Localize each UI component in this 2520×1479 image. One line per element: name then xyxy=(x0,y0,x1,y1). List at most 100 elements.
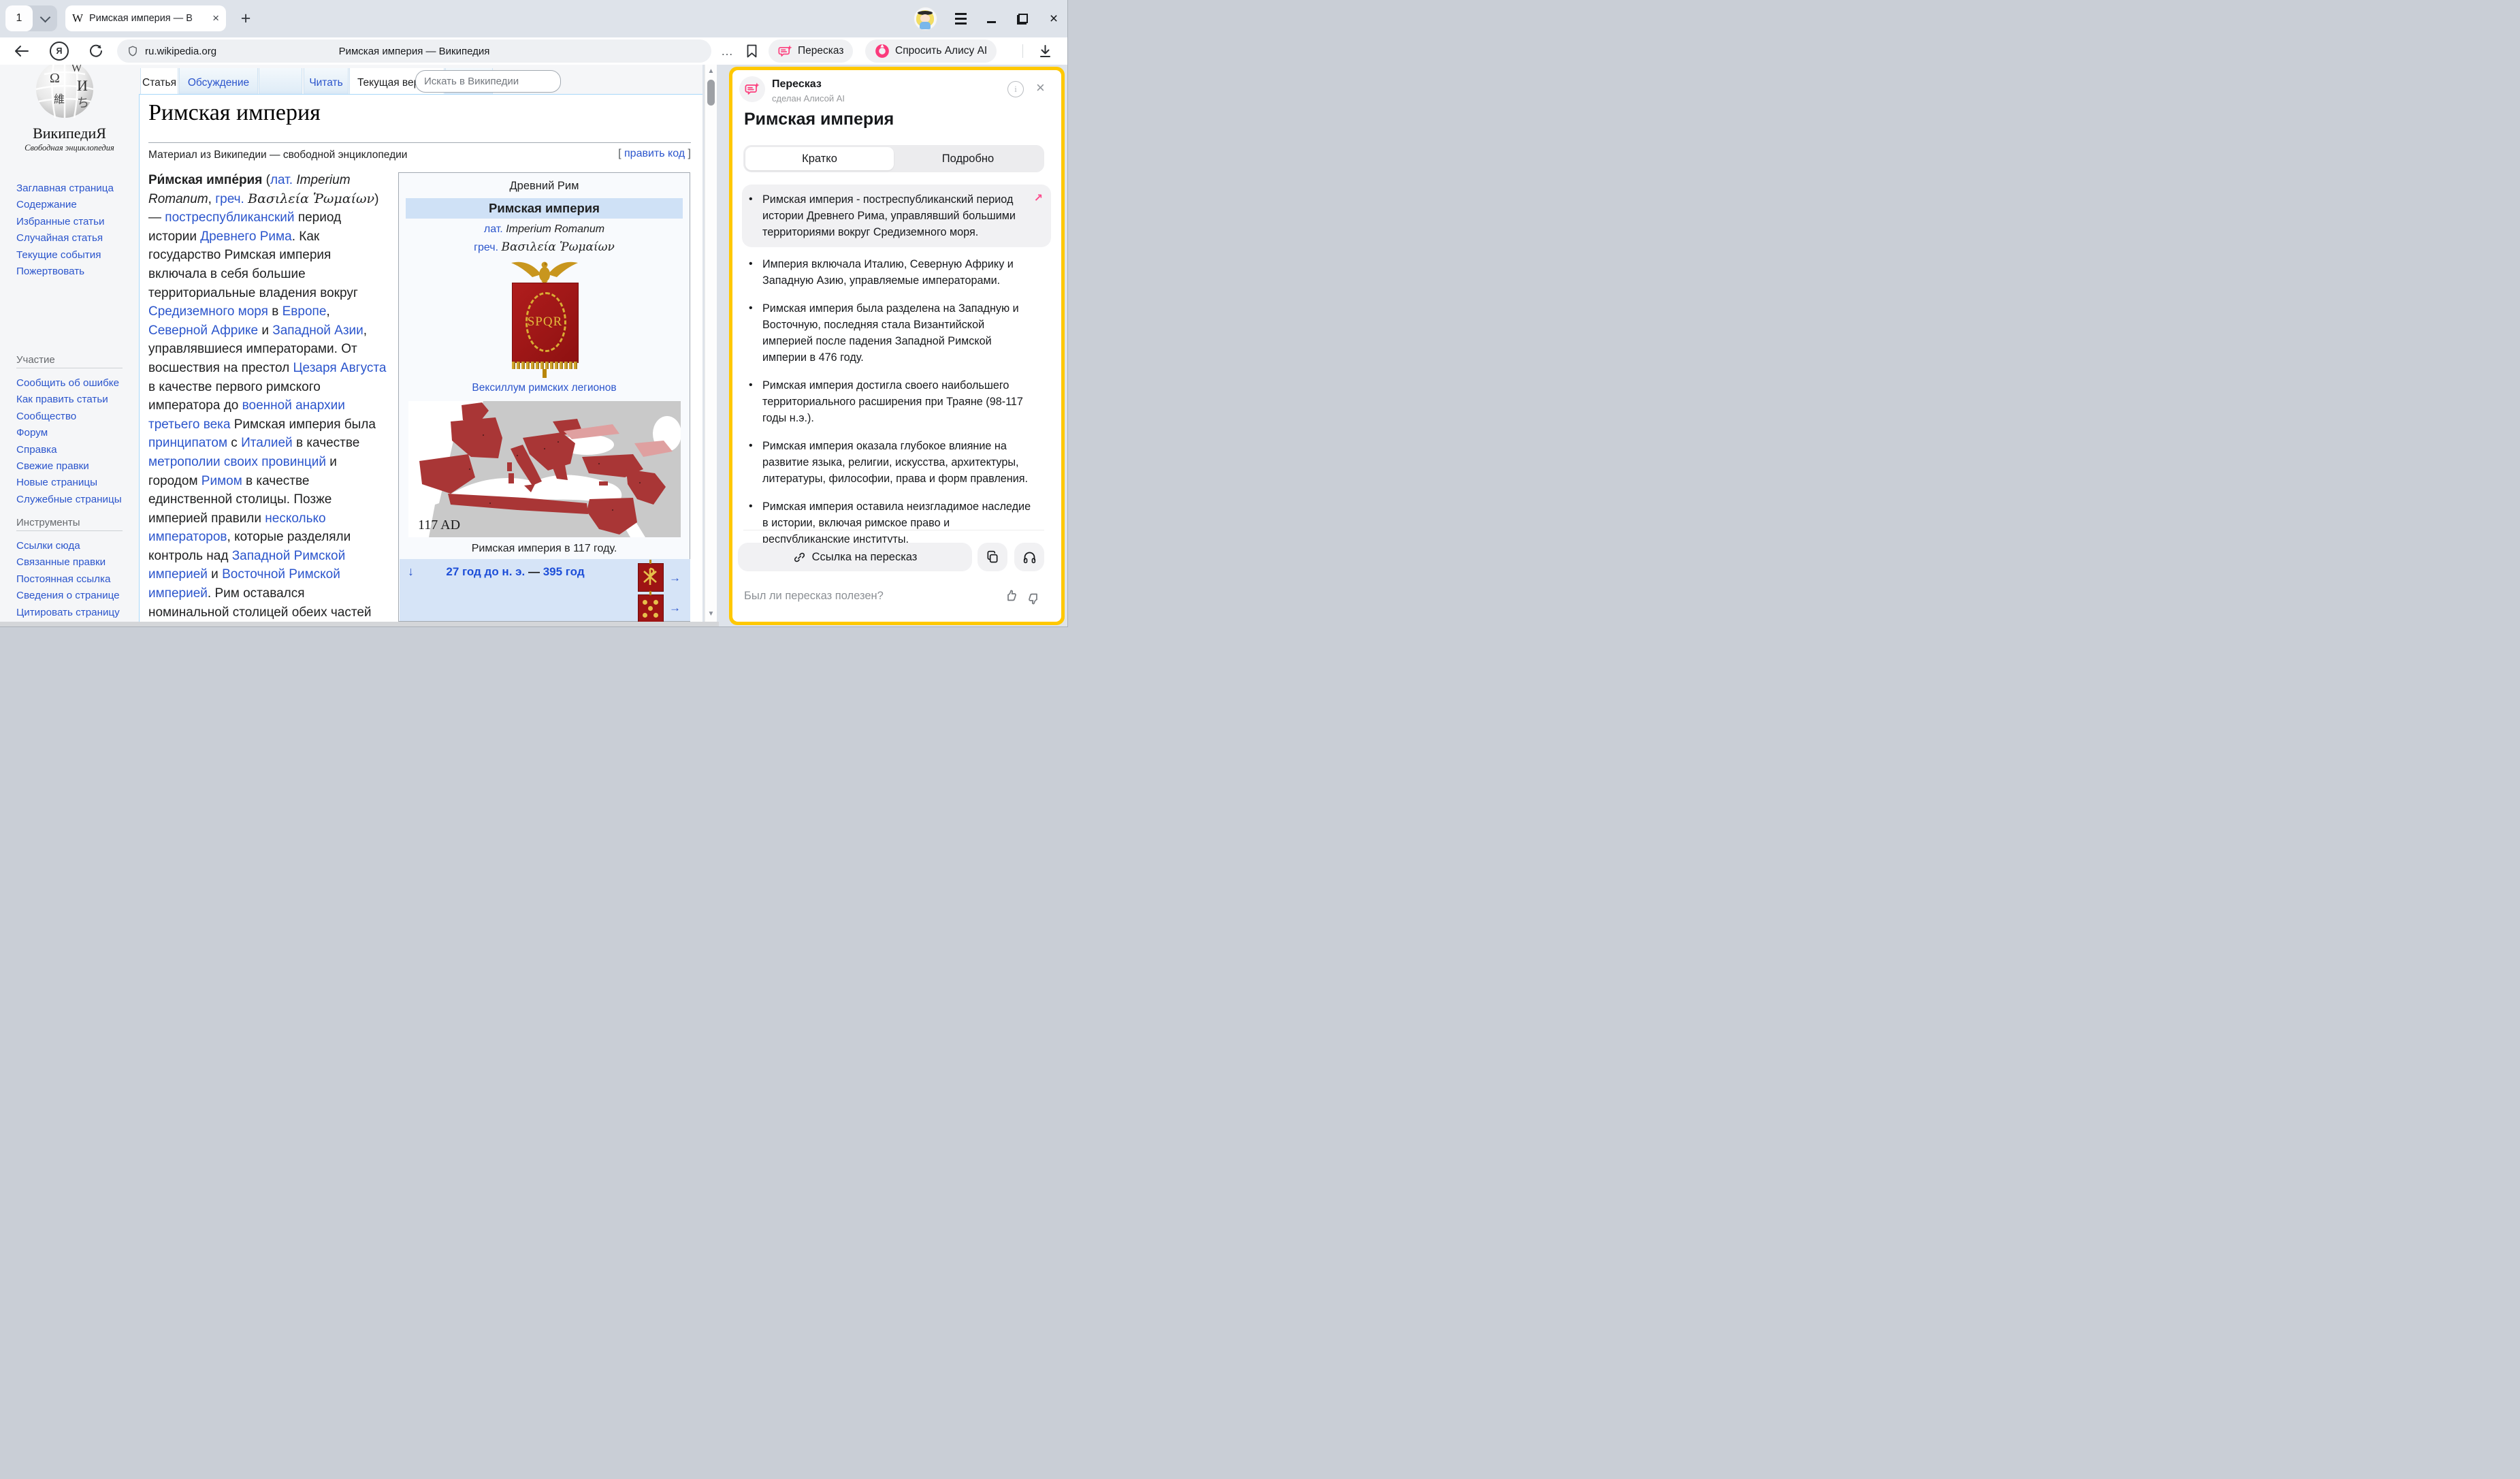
info-icon[interactable]: i xyxy=(1007,81,1024,97)
tab-discussion[interactable]: Обсуждение xyxy=(179,68,258,95)
bookmark-icon[interactable] xyxy=(742,37,761,65)
wiki-scrollbar[interactable]: ▲ ▼ xyxy=(705,65,717,622)
ask-alice-button[interactable]: Спросить Алису AI xyxy=(865,39,997,63)
wiki-logo-subtitle: Свободная энциклопедия xyxy=(0,143,139,153)
profile-avatar[interactable] xyxy=(914,7,937,31)
more-icon[interactable]: … xyxy=(718,37,736,65)
listen-button[interactable] xyxy=(1014,543,1044,571)
sidebar-link[interactable]: Сообщество xyxy=(16,409,136,425)
edit-code-label[interactable]: править код xyxy=(624,148,685,159)
infobox-header[interactable]: Древний Рим xyxy=(399,180,690,193)
new-tab-button[interactable]: + xyxy=(234,5,257,31)
timeline-next-arrow2-icon[interactable]: → xyxy=(669,601,681,615)
sidebar-link[interactable]: Связанные правки xyxy=(16,554,136,571)
tab-read[interactable]: Читать xyxy=(304,68,349,95)
sidebar-nav-participation: Сообщить об ошибкеКак править статьиСооб… xyxy=(16,375,136,508)
browser-window: 1 W Римская империя — В × + × Я xyxy=(0,0,1067,626)
sidebar-link[interactable]: Новые страницы xyxy=(16,475,136,491)
dots-banner-image[interactable] xyxy=(638,594,664,622)
labarum-banner-image[interactable] xyxy=(638,563,664,592)
window-close-button[interactable]: × xyxy=(1047,12,1061,26)
vexillum-image[interactable]: SPQR xyxy=(504,257,585,378)
yandex-home-icon[interactable]: Я xyxy=(49,37,69,65)
map-year-label: 117 AD xyxy=(418,518,460,532)
restore-button[interactable] xyxy=(1016,12,1029,26)
timeline-next-arrow-icon[interactable]: → xyxy=(669,571,681,585)
sidebar-link[interactable]: Как править статьи xyxy=(16,392,136,408)
retell-panel: Пересказ сделан Алисой AI i × Римская им… xyxy=(729,67,1065,625)
tab-brief[interactable]: Кратко xyxy=(745,147,894,170)
minimize-button[interactable] xyxy=(984,12,998,26)
tab-close-icon[interactable]: × xyxy=(212,12,219,25)
wiki-search-input[interactable] xyxy=(423,75,561,88)
browser-tab[interactable]: W Римская империя — В × xyxy=(65,5,226,31)
sidebar-link[interactable]: Форум xyxy=(16,425,136,441)
tab-counter[interactable]: 1 xyxy=(5,5,57,31)
scrollbar-thumb[interactable] xyxy=(707,80,715,106)
paragraph-segment: принципатом xyxy=(148,436,227,450)
source-link-arrow-icon[interactable]: ↗ xyxy=(1034,191,1043,240)
sidebar-link[interactable]: Ссылки сюда xyxy=(16,538,136,554)
tab-strip: 1 W Римская империя — В × + × xyxy=(0,0,1067,37)
sidebar-link[interactable]: Сведения о странице xyxy=(16,588,136,604)
wiki-logo-title[interactable]: ВикипедиЯ xyxy=(0,125,139,142)
link-to-retell-button[interactable]: Ссылка на пересказ xyxy=(738,543,972,571)
sidebar-link[interactable]: Текущие события xyxy=(16,247,136,264)
empire-map-image[interactable]: 117 AD xyxy=(408,401,681,537)
sidebar-link[interactable]: Пожертвовать xyxy=(16,264,136,280)
retell-panel-icon xyxy=(739,76,765,102)
shield-icon[interactable] xyxy=(127,44,139,58)
paragraph-segment: с xyxy=(227,436,241,450)
latin-label-link[interactable]: лат. xyxy=(484,223,503,235)
sidebar-link[interactable]: Избранные статьи xyxy=(16,214,136,230)
download-icon[interactable] xyxy=(1035,37,1055,65)
chevron-down-icon[interactable] xyxy=(33,5,57,31)
paragraph-segment: Средиземного моря xyxy=(148,304,268,319)
paragraph-segment: , xyxy=(326,304,329,319)
sidebar-link[interactable]: Служебные страницы xyxy=(16,492,136,508)
article-title: Римская империя xyxy=(148,100,321,126)
edit-code-link[interactable]: [ править код ] xyxy=(618,148,691,160)
retell-button[interactable]: Пересказ xyxy=(769,39,853,63)
back-icon[interactable] xyxy=(11,37,31,65)
summary-bullet: • Римская империя была разделена на Запа… xyxy=(742,298,1051,368)
tab-count-badge[interactable]: 1 xyxy=(5,5,33,31)
menu-icon[interactable] xyxy=(955,13,967,25)
svg-text:維: 維 xyxy=(54,93,65,106)
sidebar-link[interactable]: Постоянная ссылка xyxy=(16,571,136,588)
paragraph-segment: Ри́мская импе́рия xyxy=(148,173,262,187)
paragraph-segment: Италией xyxy=(241,436,293,450)
sidebar-link[interactable]: Случайная статья xyxy=(16,230,136,246)
wiki-sidebar: Ω W И 維 ち ВикипедиЯ Свободная энциклопед… xyxy=(0,65,139,622)
wiki-search-box[interactable] xyxy=(415,70,561,93)
sidebar-link[interactable]: Свежие правки xyxy=(16,458,136,475)
vexillum-caption-link[interactable]: Вексиллум римских легионов xyxy=(399,382,690,394)
copy-button[interactable] xyxy=(978,543,1007,571)
svg-text:ち: ち xyxy=(77,96,89,110)
bullet-dot: • xyxy=(749,498,762,547)
timeline-period: 27 год до н. э. — 395 год xyxy=(400,565,631,579)
sidebar-link[interactable]: Цитировать страницу xyxy=(16,605,136,621)
address-bar[interactable]: ru.wikipedia.org Римская империя — Викип… xyxy=(117,39,711,63)
retell-button-label: Пересказ xyxy=(798,45,843,57)
tab-detailed[interactable]: Подробно xyxy=(894,147,1042,170)
tab-article[interactable]: Статья xyxy=(140,68,178,95)
sidebar-link[interactable]: Заглавная страница xyxy=(16,180,136,197)
scroll-up-icon[interactable]: ▲ xyxy=(705,67,717,75)
panel-close-icon[interactable]: × xyxy=(1036,79,1045,97)
greek-label-link[interactable]: греч. xyxy=(474,242,498,253)
sidebar-link[interactable]: Справка xyxy=(16,442,136,458)
infobox-greek-name: греч. Βασιλεία Ῥωμαίων xyxy=(399,240,690,254)
horizontal-scrollbar[interactable] xyxy=(0,622,719,626)
reload-icon[interactable] xyxy=(86,37,106,65)
thumbs-down-icon[interactable] xyxy=(1025,590,1041,607)
summary-bullet: • Империя включала Италию, Северную Афри… xyxy=(742,253,1051,291)
sidebar-link[interactable]: Содержание xyxy=(16,197,136,213)
sidebar-link[interactable]: Сообщить об ошибке xyxy=(16,375,136,392)
thumbs-up-icon[interactable] xyxy=(1003,588,1020,604)
scroll-down-icon[interactable]: ▼ xyxy=(705,610,717,618)
wikipedia-globe-logo[interactable]: Ω W И 維 ち xyxy=(29,65,100,121)
panel-heading: Римская империя xyxy=(744,110,894,129)
summary-bullet: • Римская империя оказала глубокое влиян… xyxy=(742,435,1051,490)
link-to-retell-label: Ссылка на пересказ xyxy=(812,551,918,564)
